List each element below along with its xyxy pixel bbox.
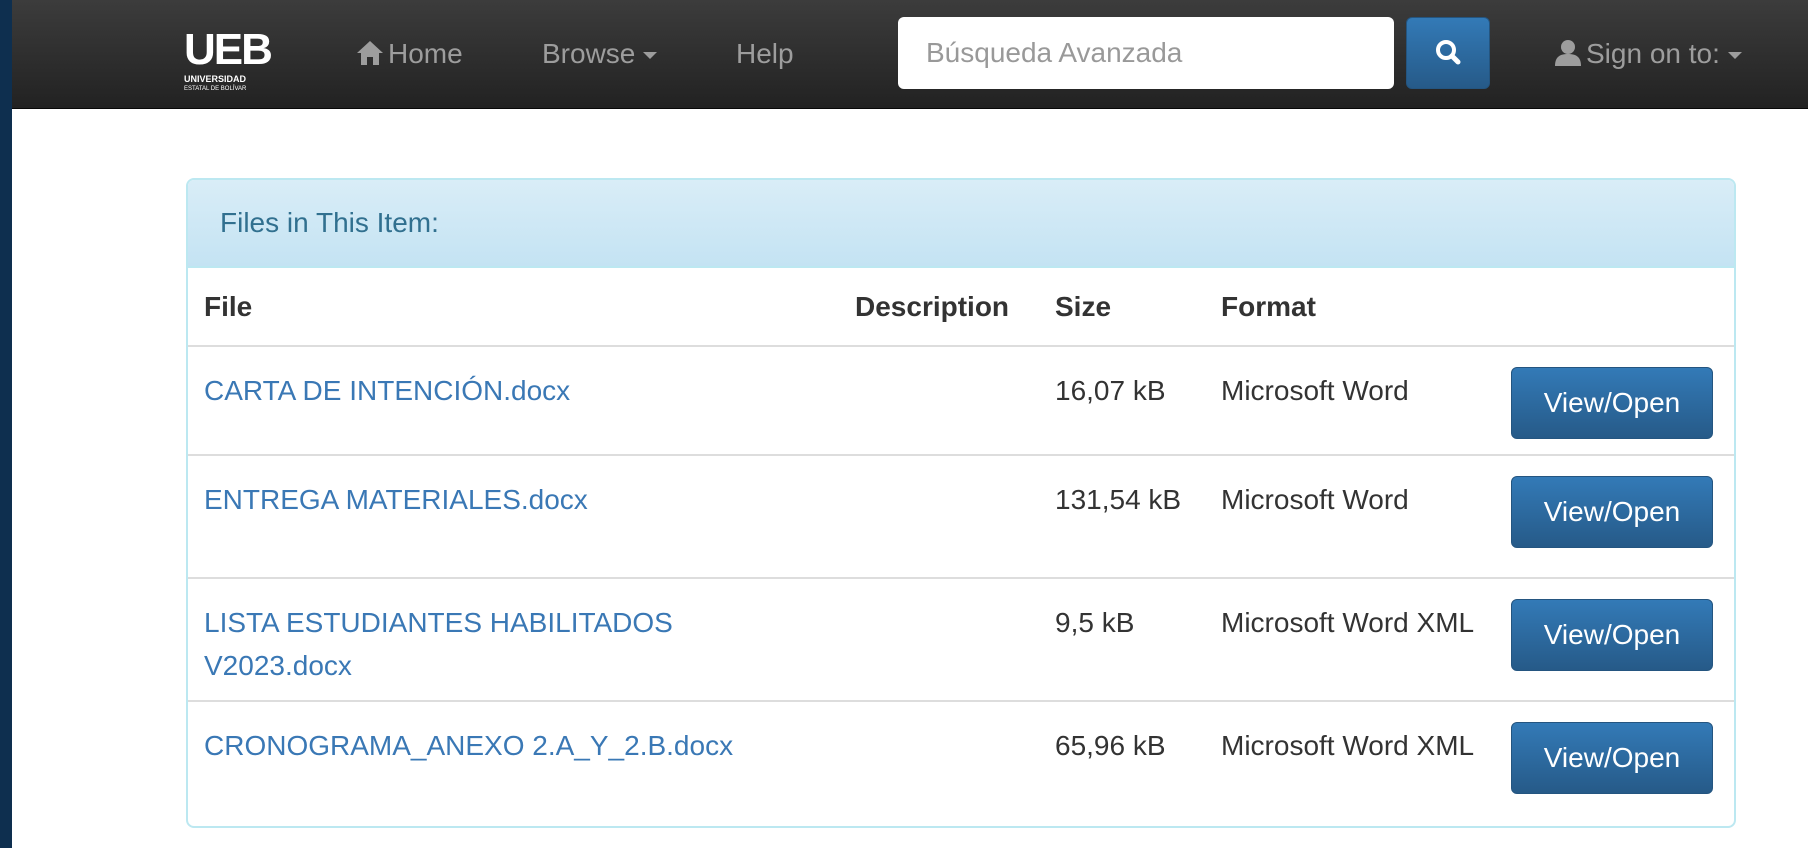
column-header-file: File [188, 268, 839, 347]
files-table: File Description Size Format CARTA DE IN… [188, 268, 1734, 823]
sign-on-label: Sign on to: [1586, 38, 1720, 69]
file-cell: CARTA DE INTENCIÓN.docx [188, 346, 839, 456]
size-cell: 16,07 kB [1039, 346, 1205, 456]
file-link[interactable]: CRONOGRAMA_ANEXO 2.A_Y_2.B.docx [204, 730, 733, 761]
column-header-description: Description [839, 268, 1039, 347]
panel-heading: Files in This Item: [188, 180, 1734, 268]
column-header-format: Format [1205, 268, 1495, 347]
view-open-button[interactable]: View/Open [1511, 476, 1713, 548]
description-cell [839, 578, 1039, 702]
chevron-down-icon [643, 52, 658, 60]
search-button[interactable] [1406, 17, 1490, 89]
column-header-size: Size [1039, 268, 1205, 347]
format-cell: Microsoft Word XML [1221, 730, 1475, 761]
file-cell: ENTREGA MATERIALES.docx [188, 455, 839, 579]
format-cell: Microsoft Word XML [1205, 578, 1495, 702]
nav-browse-label: Browse [542, 38, 636, 69]
format-cell: Microsoft Word [1205, 455, 1495, 579]
size-cell: 131,54 kB [1039, 455, 1205, 579]
description-cell [839, 455, 1039, 579]
logo-subtitle-2: ESTATAL DE BOLÍVAR [184, 86, 247, 92]
column-header-action [1495, 268, 1734, 347]
nav-browse-dropdown[interactable]: Browse [542, 30, 658, 78]
table-row: ENTREGA MATERIALES.docx 131,54 kB Micros… [188, 455, 1734, 579]
user-icon [1555, 40, 1581, 66]
table-row: LISTA ESTUDIANTES HABILITADOS V2023.docx… [188, 578, 1734, 702]
view-open-button[interactable]: View/Open [1511, 722, 1713, 794]
action-cell: View/Open [1495, 578, 1734, 702]
sign-on-dropdown[interactable]: Sign on to: [1554, 30, 1742, 78]
home-icon [357, 41, 383, 65]
search-icon [1436, 40, 1461, 65]
file-link[interactable]: CARTA DE INTENCIÓN.docx [204, 375, 570, 406]
logo-text: UEB [184, 25, 273, 74]
description-cell [839, 346, 1039, 456]
files-panel: Files in This Item: File Description Siz… [186, 178, 1736, 828]
nav-help-link[interactable]: Help [736, 30, 794, 78]
action-cell: View/Open [1495, 701, 1734, 823]
description-cell [839, 701, 1039, 823]
file-link[interactable]: ENTREGA MATERIALES.docx [204, 484, 588, 515]
logo-subtitle: UNIVERSIDAD [184, 74, 247, 84]
view-open-button[interactable]: View/Open [1511, 599, 1713, 671]
file-cell: CRONOGRAMA_ANEXO 2.A_Y_2.B.docx [188, 701, 839, 823]
size-cell: 9,5 kB [1039, 578, 1205, 702]
view-open-button[interactable]: View/Open [1511, 367, 1713, 439]
search-input[interactable] [898, 17, 1394, 89]
table-row: CARTA DE INTENCIÓN.docx 16,07 kB Microso… [188, 346, 1734, 456]
action-cell: View/Open [1495, 455, 1734, 579]
format-cell: Microsoft Word [1205, 346, 1495, 456]
nav-help-label: Help [736, 38, 794, 69]
chevron-down-icon [1727, 52, 1742, 60]
ueb-logo[interactable]: UEB UNIVERSIDAD ESTATAL DE BOLÍVAR [184, 28, 294, 106]
file-link[interactable]: LISTA ESTUDIANTES HABILITADOS V2023.docx [204, 607, 673, 681]
action-cell: View/Open [1495, 346, 1734, 456]
table-header-row: File Description Size Format [188, 268, 1734, 347]
table-row: CRONOGRAMA_ANEXO 2.A_Y_2.B.docx 65,96 kB… [188, 701, 1734, 823]
size-cell: 65,96 kB [1055, 730, 1166, 761]
file-cell: LISTA ESTUDIANTES HABILITADOS V2023.docx [188, 578, 839, 702]
nav-home-label: Home [388, 38, 463, 69]
nav-home-link[interactable]: Home [356, 30, 463, 78]
